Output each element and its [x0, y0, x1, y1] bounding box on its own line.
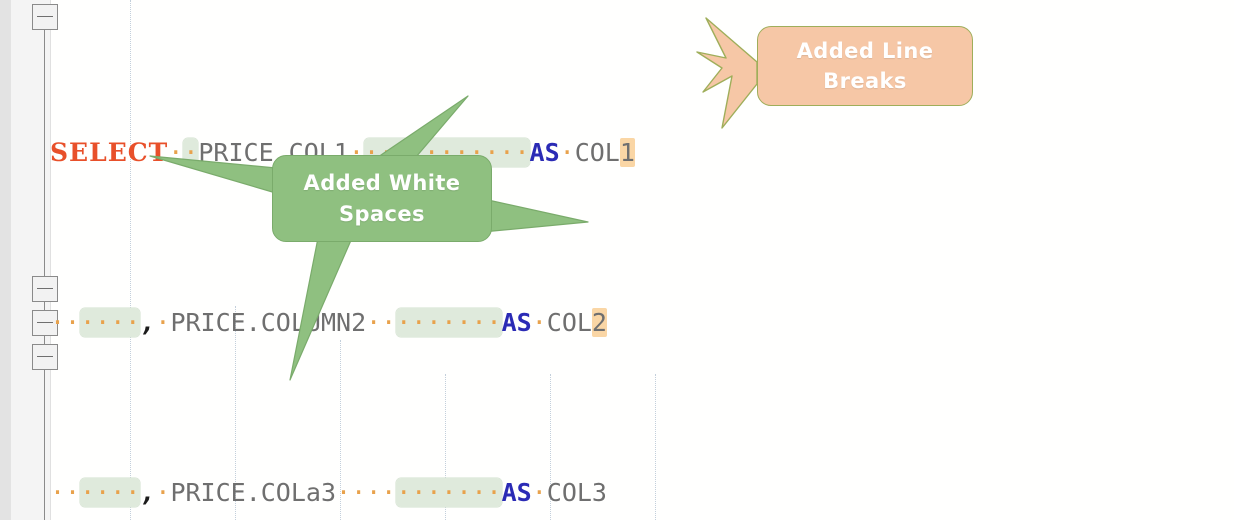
- added-linebreak-mark: 1: [619, 138, 635, 167]
- fold-spine-line: [44, 12, 45, 520]
- code-folding-gutter[interactable]: [11, 0, 58, 520]
- keyword-as: AS: [529, 138, 560, 167]
- added-whitespace: ····: [80, 308, 141, 337]
- callout-line-breaks-text-2: Breaks: [823, 69, 907, 93]
- editor-left-strip: [0, 0, 11, 520]
- keyword-as: AS: [501, 478, 532, 507]
- added-whitespace: ·······: [396, 478, 502, 507]
- alias: COL: [574, 138, 620, 167]
- code-line[interactable]: SELECT··PRICE.COL1············AS·COL1: [50, 136, 1234, 170]
- identifier: PRICE.COLa3: [170, 478, 337, 507]
- code-content[interactable]: SELECT··PRICE.COL1············AS·COL1 ··…: [50, 0, 1234, 520]
- added-whitespace: ····: [80, 478, 141, 507]
- keyword-as: AS: [501, 308, 532, 337]
- whitespace-dot: ·: [559, 138, 575, 167]
- whitespace-dot: ·: [531, 308, 547, 337]
- callout-white-spaces-text-2: Spaces: [339, 201, 425, 226]
- added-whitespace: ·······: [396, 308, 502, 337]
- callout-added-white-spaces: Added White Spaces: [272, 155, 492, 242]
- sql-code-editor[interactable]: SELECT··PRICE.COL1············AS·COL1 ··…: [0, 0, 1234, 520]
- whitespace-dot: ·: [155, 478, 171, 507]
- keyword-select: SELECT: [50, 138, 169, 167]
- callout-line-breaks-text-1: Added Line: [796, 38, 934, 63]
- whitespace-dot: ····: [336, 478, 397, 507]
- callout-white-spaces-text-1: Added White: [303, 171, 461, 196]
- whitespace-dot: ·: [168, 138, 184, 167]
- whitespace-dot: ··: [366, 308, 397, 337]
- added-whitespace: ·: [183, 138, 199, 167]
- code-line[interactable]: ······,·PRICE.COLa3···········AS·COL3: [50, 476, 1234, 510]
- alias: COL: [546, 308, 592, 337]
- code-line[interactable]: ······,·PRICE.COLUMN2·········AS·COL2: [50, 306, 1234, 340]
- identifier: PRICE.COLUMN2: [170, 308, 367, 337]
- added-linebreak-mark: 2: [591, 308, 607, 337]
- whitespace-dot: ··: [50, 308, 81, 337]
- whitespace-dot: ··: [50, 478, 81, 507]
- callout-added-line-breaks: Added Line Breaks: [757, 26, 973, 106]
- alias: COL3: [546, 478, 607, 507]
- comma: ,: [140, 308, 156, 337]
- whitespace-dot: ·: [155, 308, 171, 337]
- comma: ,: [140, 478, 156, 507]
- whitespace-dot: ·: [531, 478, 547, 507]
